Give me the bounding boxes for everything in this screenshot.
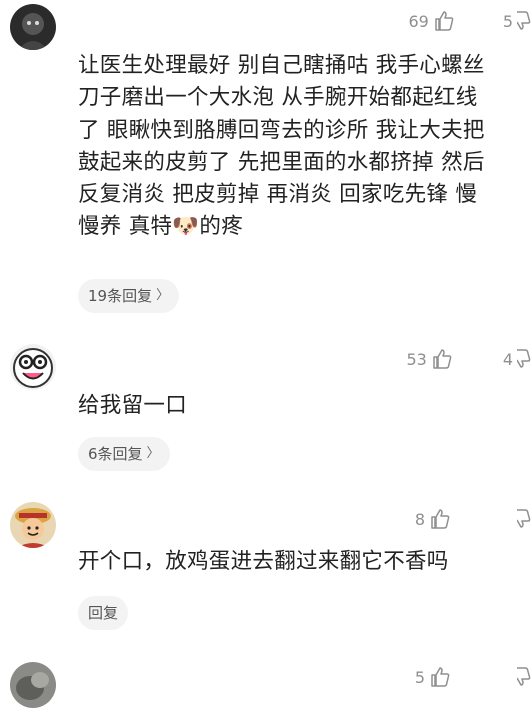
thumbs-up-icon[interactable] [429, 508, 451, 530]
comment-meta: 69 5 [408, 8, 531, 34]
comment-meta: 53 4 [406, 346, 531, 372]
thumbs-down-icon[interactable] [517, 348, 531, 370]
thumbs-up-icon[interactable] [431, 348, 453, 370]
thumbs-down-icon[interactable] [517, 666, 531, 688]
like-count: 5 [414, 667, 425, 687]
comment-meta: 5 [415, 664, 531, 690]
comment-text: 给我留一口 [78, 393, 188, 418]
thumbs-up-icon[interactable] [433, 10, 455, 32]
like-group[interactable]: 69 [408, 10, 454, 32]
dark-photo-avatar-icon [10, 4, 56, 50]
avatar[interactable] [10, 344, 56, 390]
reply-label: 回复 [88, 604, 119, 622]
comment-item: 69 5 让医生处理最好 别自己瞎捅咕 我手心螺丝 刀子磨出一个大水泡 从手腕开… [0, 0, 531, 330]
comment-item: 8 开个口，放鸡蛋进去翻过来翻它不香吗 回复 [0, 490, 531, 650]
avatar[interactable] [10, 502, 56, 548]
avatar[interactable] [10, 662, 56, 708]
dislike-group[interactable]: 5 [503, 10, 531, 32]
thumbs-down-icon[interactable] [517, 508, 531, 530]
thumbs-up-icon[interactable] [429, 666, 451, 688]
gray-photo-avatar-icon [10, 662, 56, 708]
like-count: 69 [408, 11, 429, 31]
comment-meta: 8 [415, 506, 531, 532]
reply-button[interactable]: 回复 [78, 596, 129, 630]
dislike-count: 4 [502, 349, 513, 369]
comment-item: 5 [0, 650, 531, 708]
comment-text: 让医生处理最好 别自己瞎捅咕 我手心螺丝 刀子磨出一个大水泡 从手腕开始都起红线… [78, 53, 485, 240]
dislike-group[interactable]: 4 [503, 348, 531, 370]
like-count: 53 [406, 349, 427, 369]
like-group[interactable]: 53 [406, 348, 452, 370]
like-count: 8 [414, 509, 425, 529]
chevron-right-icon: 〉 [146, 446, 160, 461]
dislike-group[interactable] [513, 666, 531, 688]
chevron-right-icon: 〉 [156, 288, 170, 303]
cartoon-face-avatar-icon [10, 344, 56, 390]
thumbs-down-icon[interactable] [517, 10, 531, 32]
view-replies-button[interactable]: 19条回复 〉 [78, 279, 180, 313]
reply-count-label: 19条回复 [88, 287, 153, 305]
dislike-group[interactable] [513, 508, 531, 530]
comment-text: 开个口，放鸡蛋进去翻过来翻它不香吗 [78, 549, 449, 574]
anime-character-avatar-icon [10, 502, 56, 548]
view-replies-button[interactable]: 6条回复 〉 [78, 437, 170, 471]
dislike-count: 5 [502, 11, 513, 31]
avatar[interactable] [10, 4, 56, 50]
comment-item: 53 4 给我留一口 6条回复 〉 [0, 330, 531, 490]
like-group[interactable]: 8 [415, 508, 451, 530]
reply-count-label: 6条回复 [88, 445, 143, 463]
like-group[interactable]: 5 [415, 666, 451, 688]
